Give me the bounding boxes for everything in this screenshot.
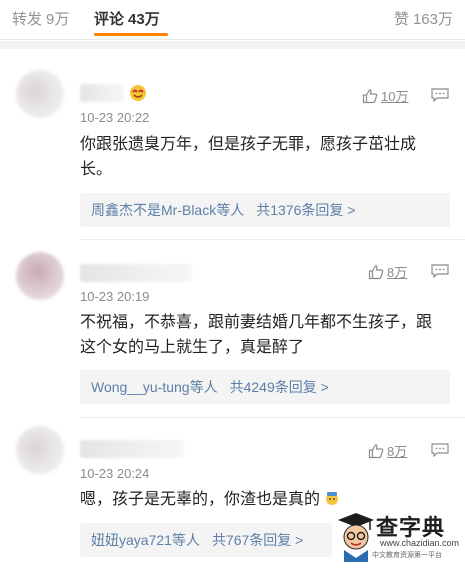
username-blurred[interactable] (80, 440, 184, 458)
reply-summary-box[interactable]: 妞妞yaya721等人 共767条回复 > (80, 523, 332, 557)
comment-time: 10-23 20:24 (80, 466, 150, 481)
watermark-url: www.chazidian.com (380, 538, 460, 548)
comment-text-line: 嗯，孩子是无辜的，你渣也是真的 (80, 491, 321, 508)
watermark-logo: 查字典 www.chazidian.com 中文教育资源第一平台 (336, 508, 460, 564)
emoji-icon (326, 492, 339, 505)
comment-text: 嗯，孩子是无辜的，你渣也是真的 (80, 487, 360, 512)
thumbs-up-icon (368, 443, 384, 458)
watermark-subtitle: 中文教育资源第一平台 (372, 552, 442, 559)
avatar[interactable] (16, 426, 64, 474)
reply-count-link[interactable]: 共767条回复 > (212, 532, 303, 548)
mascot-icon (338, 513, 374, 562)
like-button[interactable]: 8万 (368, 441, 407, 460)
reply-icon[interactable] (431, 443, 449, 457)
reply-users: 妞妞yaya721等人 (91, 532, 200, 548)
like-count: 8万 (387, 444, 408, 459)
comment-item: 10-23 20:24 8万 嗯，孩子是无辜的，你渣也是真的 妞妞yaya721… (0, 0, 465, 572)
